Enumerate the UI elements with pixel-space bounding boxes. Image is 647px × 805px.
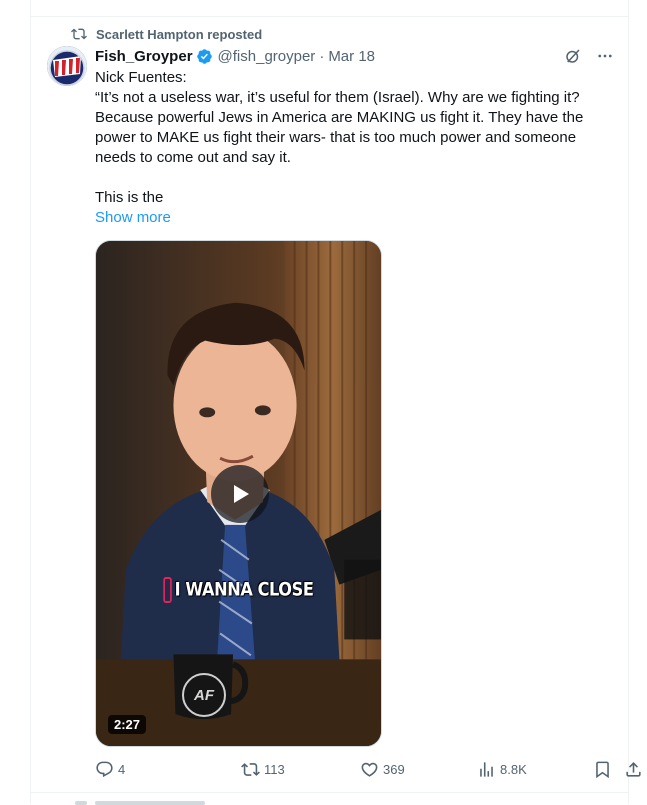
like-icon: [361, 762, 378, 777]
repost-indicator[interactable]: Scarlett Hampton reposted: [71, 25, 262, 43]
post-date[interactable]: Mar 18: [328, 48, 375, 65]
views-icon: [480, 762, 493, 777]
retweet-icon[interactable]: [221, 0, 235, 4]
separator: ·: [319, 47, 325, 65]
repost-label: Scarlett Hampton reposted: [96, 26, 263, 42]
timeline-column: Scarlett Hampton reposted Fish_Groyper @…: [30, 0, 641, 805]
share-icon: [626, 762, 641, 777]
video-player[interactable]: I WANNA CLOSE AF 2:27: [95, 240, 382, 747]
tweet-header: Fish_Groyper @fish_groyper · Mar 18: [95, 46, 614, 66]
avatar-image: [47, 46, 87, 86]
retweet-count: 113: [264, 762, 285, 777]
reply-count: 4: [118, 762, 126, 777]
like-count: 369: [383, 762, 405, 777]
avatar[interactable]: [47, 46, 87, 86]
tweet-text: Nick Fuentes: “It’s not a useless war, i…: [95, 68, 605, 228]
author-name[interactable]: Fish_Groyper: [95, 48, 193, 65]
more-icon[interactable]: [596, 47, 614, 65]
tweet-text-line: This is the: [95, 189, 164, 206]
verified-badge-icon[interactable]: [196, 48, 213, 65]
bookmark-button[interactable]: [593, 760, 612, 779]
previous-post-action-bar: [31, 0, 628, 17]
reply-icon[interactable]: [101, 0, 115, 4]
share-icon[interactable]: [597, 0, 611, 4]
play-icon: [234, 485, 249, 503]
video-caption-text: I WANNA CLOSE: [174, 578, 314, 601]
video-caption: I WANNA CLOSE: [117, 577, 359, 603]
retweet-icon: [241, 763, 260, 776]
show-more-link[interactable]: Show more: [95, 209, 171, 226]
next-post-preview: [31, 792, 628, 805]
repost-icon: [71, 28, 87, 40]
views-icon[interactable]: [451, 0, 465, 4]
bookmark-icon: [596, 761, 609, 779]
retweet-button[interactable]: 113: [241, 760, 285, 779]
like-button[interactable]: 369: [360, 760, 405, 779]
mug-logo: AF: [182, 673, 226, 717]
bookmark-icon[interactable]: [566, 0, 580, 4]
tweet-action-bar: 4 113 369 8.8K: [95, 760, 641, 780]
grok-icon[interactable]: [564, 47, 582, 65]
play-button[interactable]: [211, 465, 269, 523]
tweet-text-line: Nick Fuentes:: [95, 69, 187, 86]
tweet-text-quote: “It’s not a useless war, it’s useful for…: [95, 89, 584, 166]
reply-button[interactable]: 4: [95, 760, 125, 779]
like-icon[interactable]: [338, 0, 352, 4]
share-button[interactable]: [624, 760, 643, 779]
reply-icon: [96, 761, 113, 778]
author-handle[interactable]: @fish_groyper: [218, 48, 316, 65]
video-duration: 2:27: [108, 715, 147, 734]
view-count: 8.8K: [500, 762, 527, 777]
views-button[interactable]: 8.8K: [477, 760, 527, 779]
